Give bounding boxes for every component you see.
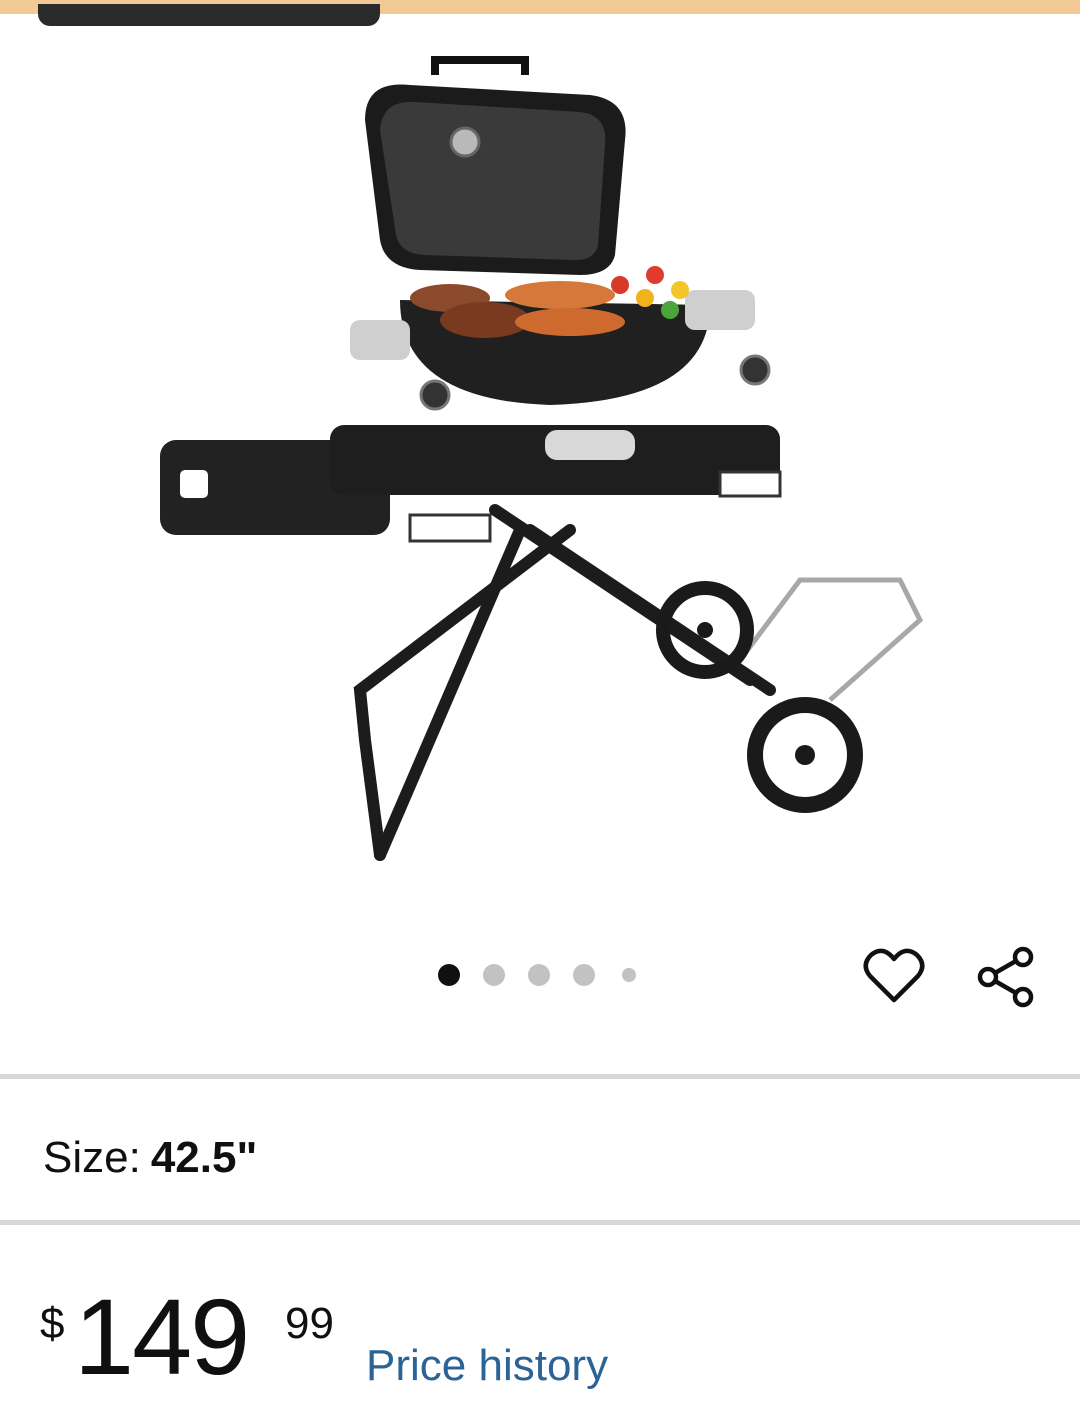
size-label: Size: — [43, 1133, 141, 1182]
image-carousel-indicators[interactable] — [438, 964, 659, 986]
heart-icon[interactable] — [863, 945, 925, 1007]
top-toolbar-edge — [38, 4, 380, 26]
carousel-dot-1[interactable] — [438, 964, 460, 986]
carousel-dot-4[interactable] — [573, 964, 595, 986]
carousel-dot-2[interactable] — [483, 964, 505, 986]
price-currency: $ — [40, 1299, 65, 1348]
price-fraction: 99 — [285, 1299, 334, 1348]
carousel-dot-3[interactable] — [528, 964, 550, 986]
wheel-icon — [656, 581, 863, 813]
size-selector[interactable]: Size: 42.5" — [43, 1133, 257, 1183]
divider — [0, 1220, 1080, 1225]
size-value: 42.5" — [150, 1133, 258, 1182]
carousel-dot-5[interactable] — [622, 968, 636, 982]
price-history-link[interactable]: Price history — [366, 1341, 608, 1391]
share-icon[interactable] — [973, 943, 1041, 1011]
product-image[interactable] — [150, 40, 930, 890]
divider — [0, 1074, 1080, 1079]
price-whole: 149 — [74, 1276, 250, 1397]
